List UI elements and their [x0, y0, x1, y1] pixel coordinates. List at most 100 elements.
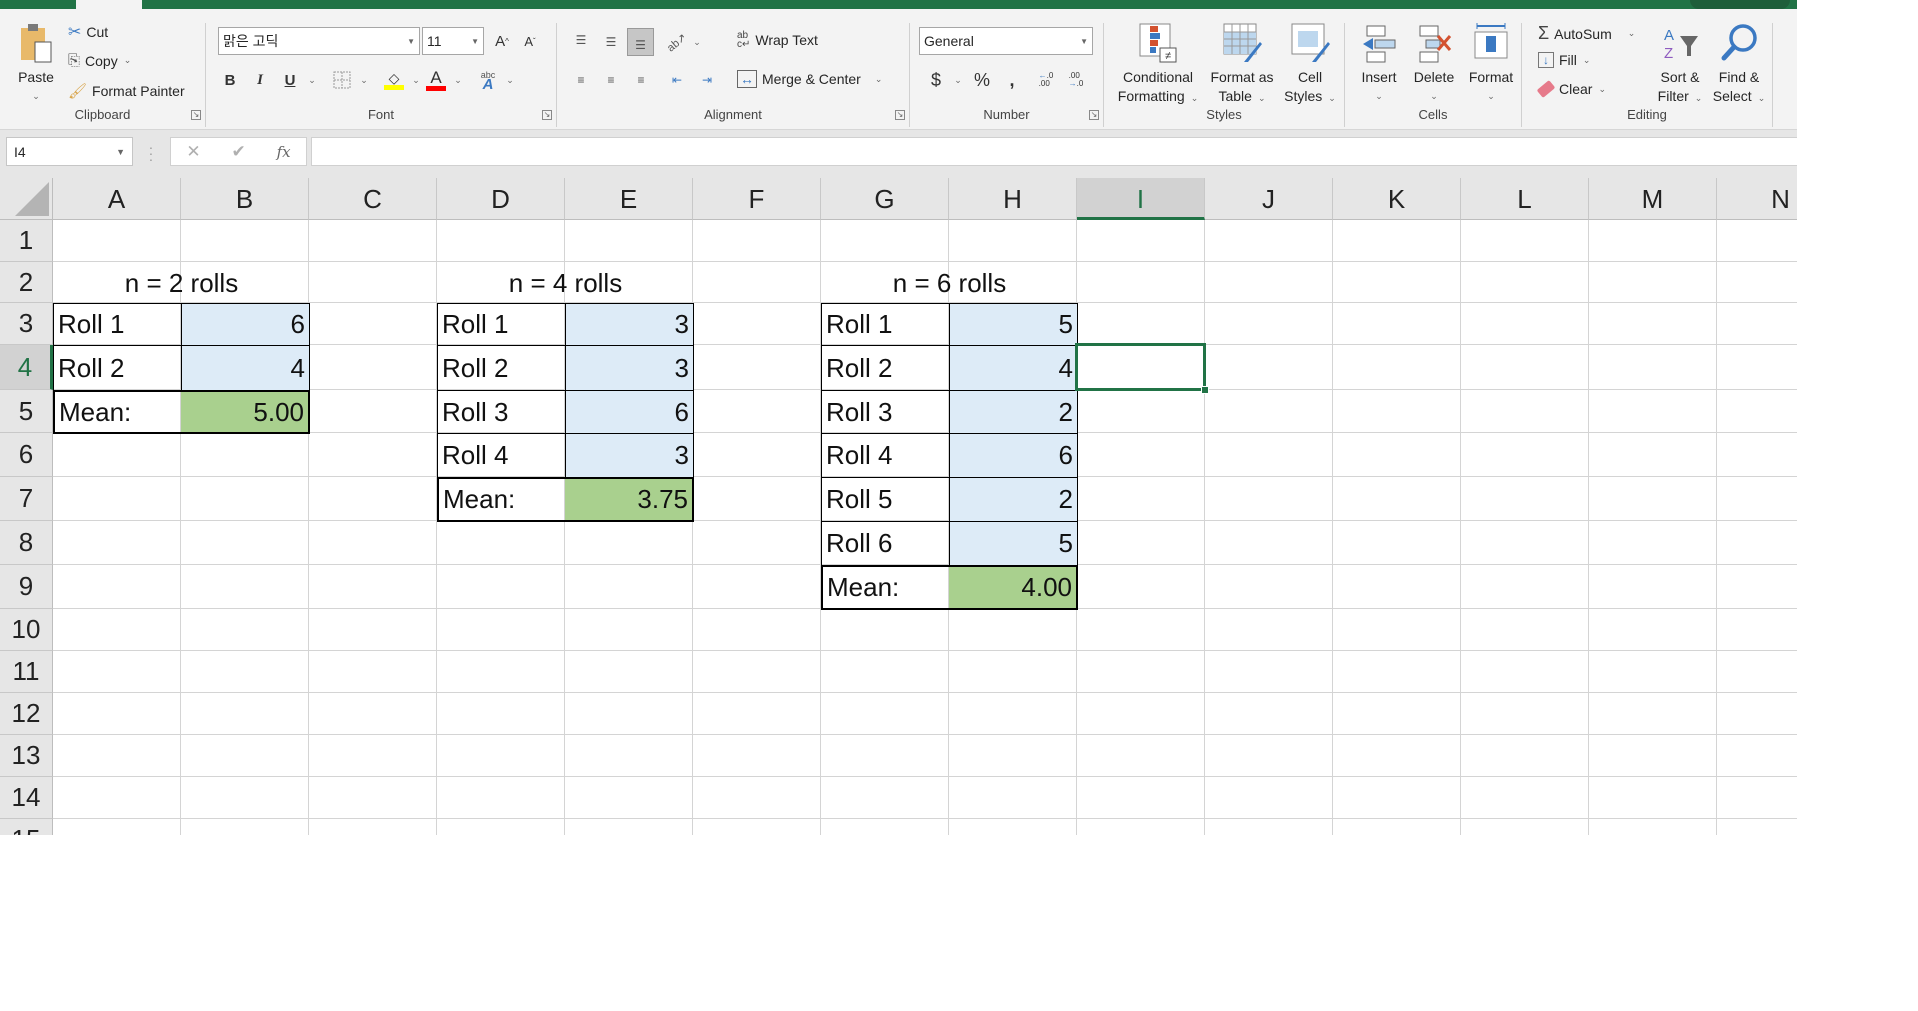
column-header-i[interactable]: I	[1077, 178, 1205, 220]
column-header-a[interactable]: A	[53, 178, 181, 220]
roll-label-cell[interactable]: Roll 6	[821, 521, 950, 566]
font-size-select[interactable]: 11 ▼	[422, 27, 484, 55]
alignment-launcher-icon[interactable]: ↘	[895, 110, 905, 120]
column-header-m[interactable]: M	[1589, 178, 1717, 220]
roll-value-cell[interactable]: 6	[181, 303, 310, 346]
font-color-dropdown-icon[interactable]: ⌄	[446, 68, 470, 92]
font-name-select[interactable]: 맑은 고딕 ▼	[218, 27, 420, 55]
format-painter-button[interactable]: 🖌 Format Painter	[68, 82, 185, 100]
underline-button[interactable]: U	[278, 68, 302, 92]
mean-label-cell[interactable]: Mean:	[821, 565, 950, 610]
row-header-11[interactable]: 11	[0, 651, 53, 693]
roll-label-cell[interactable]: Roll 1	[437, 303, 566, 346]
roll-value-cell[interactable]: 3	[565, 303, 694, 346]
enter-check-icon[interactable]: ✔	[231, 142, 245, 162]
number-format-select[interactable]: General ▼	[919, 27, 1093, 55]
table-title[interactable]: n = 4 rolls	[437, 262, 694, 304]
column-header-k[interactable]: K	[1333, 178, 1461, 220]
column-header-h[interactable]: H	[949, 178, 1077, 220]
roll-value-cell[interactable]: 5	[949, 303, 1078, 346]
roll-label-cell[interactable]: Roll 4	[821, 433, 950, 478]
column-header-n[interactable]: N	[1717, 178, 1797, 220]
cancel-icon[interactable]: ✕	[186, 142, 200, 162]
bold-button[interactable]: B	[218, 68, 242, 92]
borders-button[interactable]	[330, 68, 354, 92]
merge-dropdown-icon[interactable]: ⌄	[875, 74, 883, 85]
column-header-e[interactable]: E	[565, 178, 693, 220]
column-header-d[interactable]: D	[437, 178, 565, 220]
currency-dropdown-icon[interactable]: ⌄	[946, 68, 970, 92]
align-right-button[interactable]: ≡	[629, 68, 653, 92]
find-select-button[interactable]: Find & Select ⌄	[1710, 20, 1768, 108]
select-all-button[interactable]	[0, 178, 53, 220]
phonetic-dropdown-icon[interactable]: ⌄	[498, 68, 522, 92]
roll-label-cell[interactable]: Roll 3	[437, 390, 566, 434]
clear-button[interactable]: Clear ⌄	[1536, 80, 1606, 98]
decrease-decimal-button[interactable]: .00 →.0	[1064, 68, 1088, 92]
table-title[interactable]: n = 6 rolls	[821, 262, 1078, 304]
paste-dropdown-icon[interactable]: ⌄	[10, 87, 62, 106]
font-color-button[interactable]: A	[424, 68, 448, 92]
mean-value-cell[interactable]: 3.75	[565, 477, 694, 522]
roll-label-cell[interactable]: Roll 3	[821, 390, 950, 434]
mean-label-cell[interactable]: Mean:	[53, 390, 182, 434]
row-header-12[interactable]: 12	[0, 693, 53, 735]
table-title[interactable]: n = 2 rolls	[53, 262, 310, 304]
roll-value-cell[interactable]: 6	[565, 390, 694, 434]
column-header-l[interactable]: L	[1461, 178, 1589, 220]
formula-bar-resize-handle[interactable]: · · ·	[148, 140, 154, 166]
column-header-g[interactable]: G	[821, 178, 949, 220]
row-header-9[interactable]: 9	[0, 565, 53, 609]
row-header-6[interactable]: 6	[0, 433, 53, 477]
decrease-font-size-button[interactable]: Aˇ	[518, 29, 542, 53]
insert-function-icon[interactable]: fx	[277, 143, 291, 161]
name-box[interactable]: I4 ▼	[6, 137, 133, 166]
decrease-indent-button[interactable]: ⇤	[665, 68, 689, 92]
formula-input[interactable]	[311, 137, 1797, 166]
row-header-10[interactable]: 10	[0, 609, 53, 651]
top-align-button[interactable]: ☰	[569, 28, 593, 52]
orientation-dropdown-icon[interactable]: ⌄	[685, 30, 709, 54]
row-header-7[interactable]: 7	[0, 477, 53, 521]
fill-button[interactable]: ↓ Fill ⌄	[1538, 52, 1590, 68]
selected-cell-outline[interactable]	[1075, 343, 1209, 394]
roll-value-cell[interactable]: 2	[949, 390, 1078, 434]
font-launcher-icon[interactable]: ↘	[542, 110, 552, 120]
roll-value-cell[interactable]: 3	[565, 433, 694, 478]
paste-button[interactable]: Paste ⌄	[10, 20, 62, 106]
column-header-j[interactable]: J	[1205, 178, 1333, 220]
roll-label-cell[interactable]: Roll 4	[437, 433, 566, 478]
mean-label-cell[interactable]: Mean:	[437, 477, 566, 522]
row-header-15[interactable]: 15	[0, 819, 53, 835]
merge-center-button[interactable]: ↔ Merge & Center ⌄	[737, 70, 882, 88]
middle-align-button[interactable]: ☰	[599, 30, 623, 54]
row-header-14[interactable]: 14	[0, 777, 53, 819]
italic-button[interactable]: I	[248, 68, 272, 92]
insert-button[interactable]: Insert ⌄	[1353, 20, 1405, 106]
roll-value-cell[interactable]: 6	[949, 433, 1078, 478]
percent-button[interactable]: %	[970, 68, 994, 92]
roll-value-cell[interactable]: 4	[949, 345, 1078, 391]
roll-label-cell[interactable]: Roll 1	[821, 303, 950, 346]
roll-label-cell[interactable]: Roll 5	[821, 477, 950, 522]
delete-button[interactable]: Delete ⌄	[1407, 20, 1461, 106]
roll-label-cell[interactable]: Roll 2	[437, 345, 566, 391]
roll-value-cell[interactable]: 4	[181, 345, 310, 391]
mean-value-cell[interactable]: 5.00	[181, 390, 310, 434]
phonetic-button[interactable]: abc A	[476, 68, 500, 93]
wrap-text-button[interactable]: ab c↵ Wrap Text	[737, 31, 818, 50]
increase-font-size-button[interactable]: A ^	[490, 29, 514, 53]
copy-button[interactable]: ⎘ Copy ⌄	[68, 52, 131, 69]
tab-home-indicator[interactable]	[76, 0, 142, 9]
roll-label-cell[interactable]: Roll 1	[53, 303, 182, 346]
clear-dropdown-icon[interactable]: ⌄	[1598, 84, 1606, 95]
row-header-1[interactable]: 1	[0, 220, 53, 262]
row-header-3[interactable]: 3	[0, 303, 53, 345]
row-header-8[interactable]: 8	[0, 521, 53, 565]
number-launcher-icon[interactable]: ↘	[1089, 110, 1099, 120]
currency-button[interactable]: $	[924, 68, 948, 92]
roll-label-cell[interactable]: Roll 2	[53, 345, 182, 391]
sort-filter-button[interactable]: AZ Sort & Filter ⌄	[1652, 20, 1708, 108]
fill-color-button[interactable]: ◇	[382, 68, 406, 92]
clipboard-launcher-icon[interactable]: ↘	[191, 110, 201, 120]
